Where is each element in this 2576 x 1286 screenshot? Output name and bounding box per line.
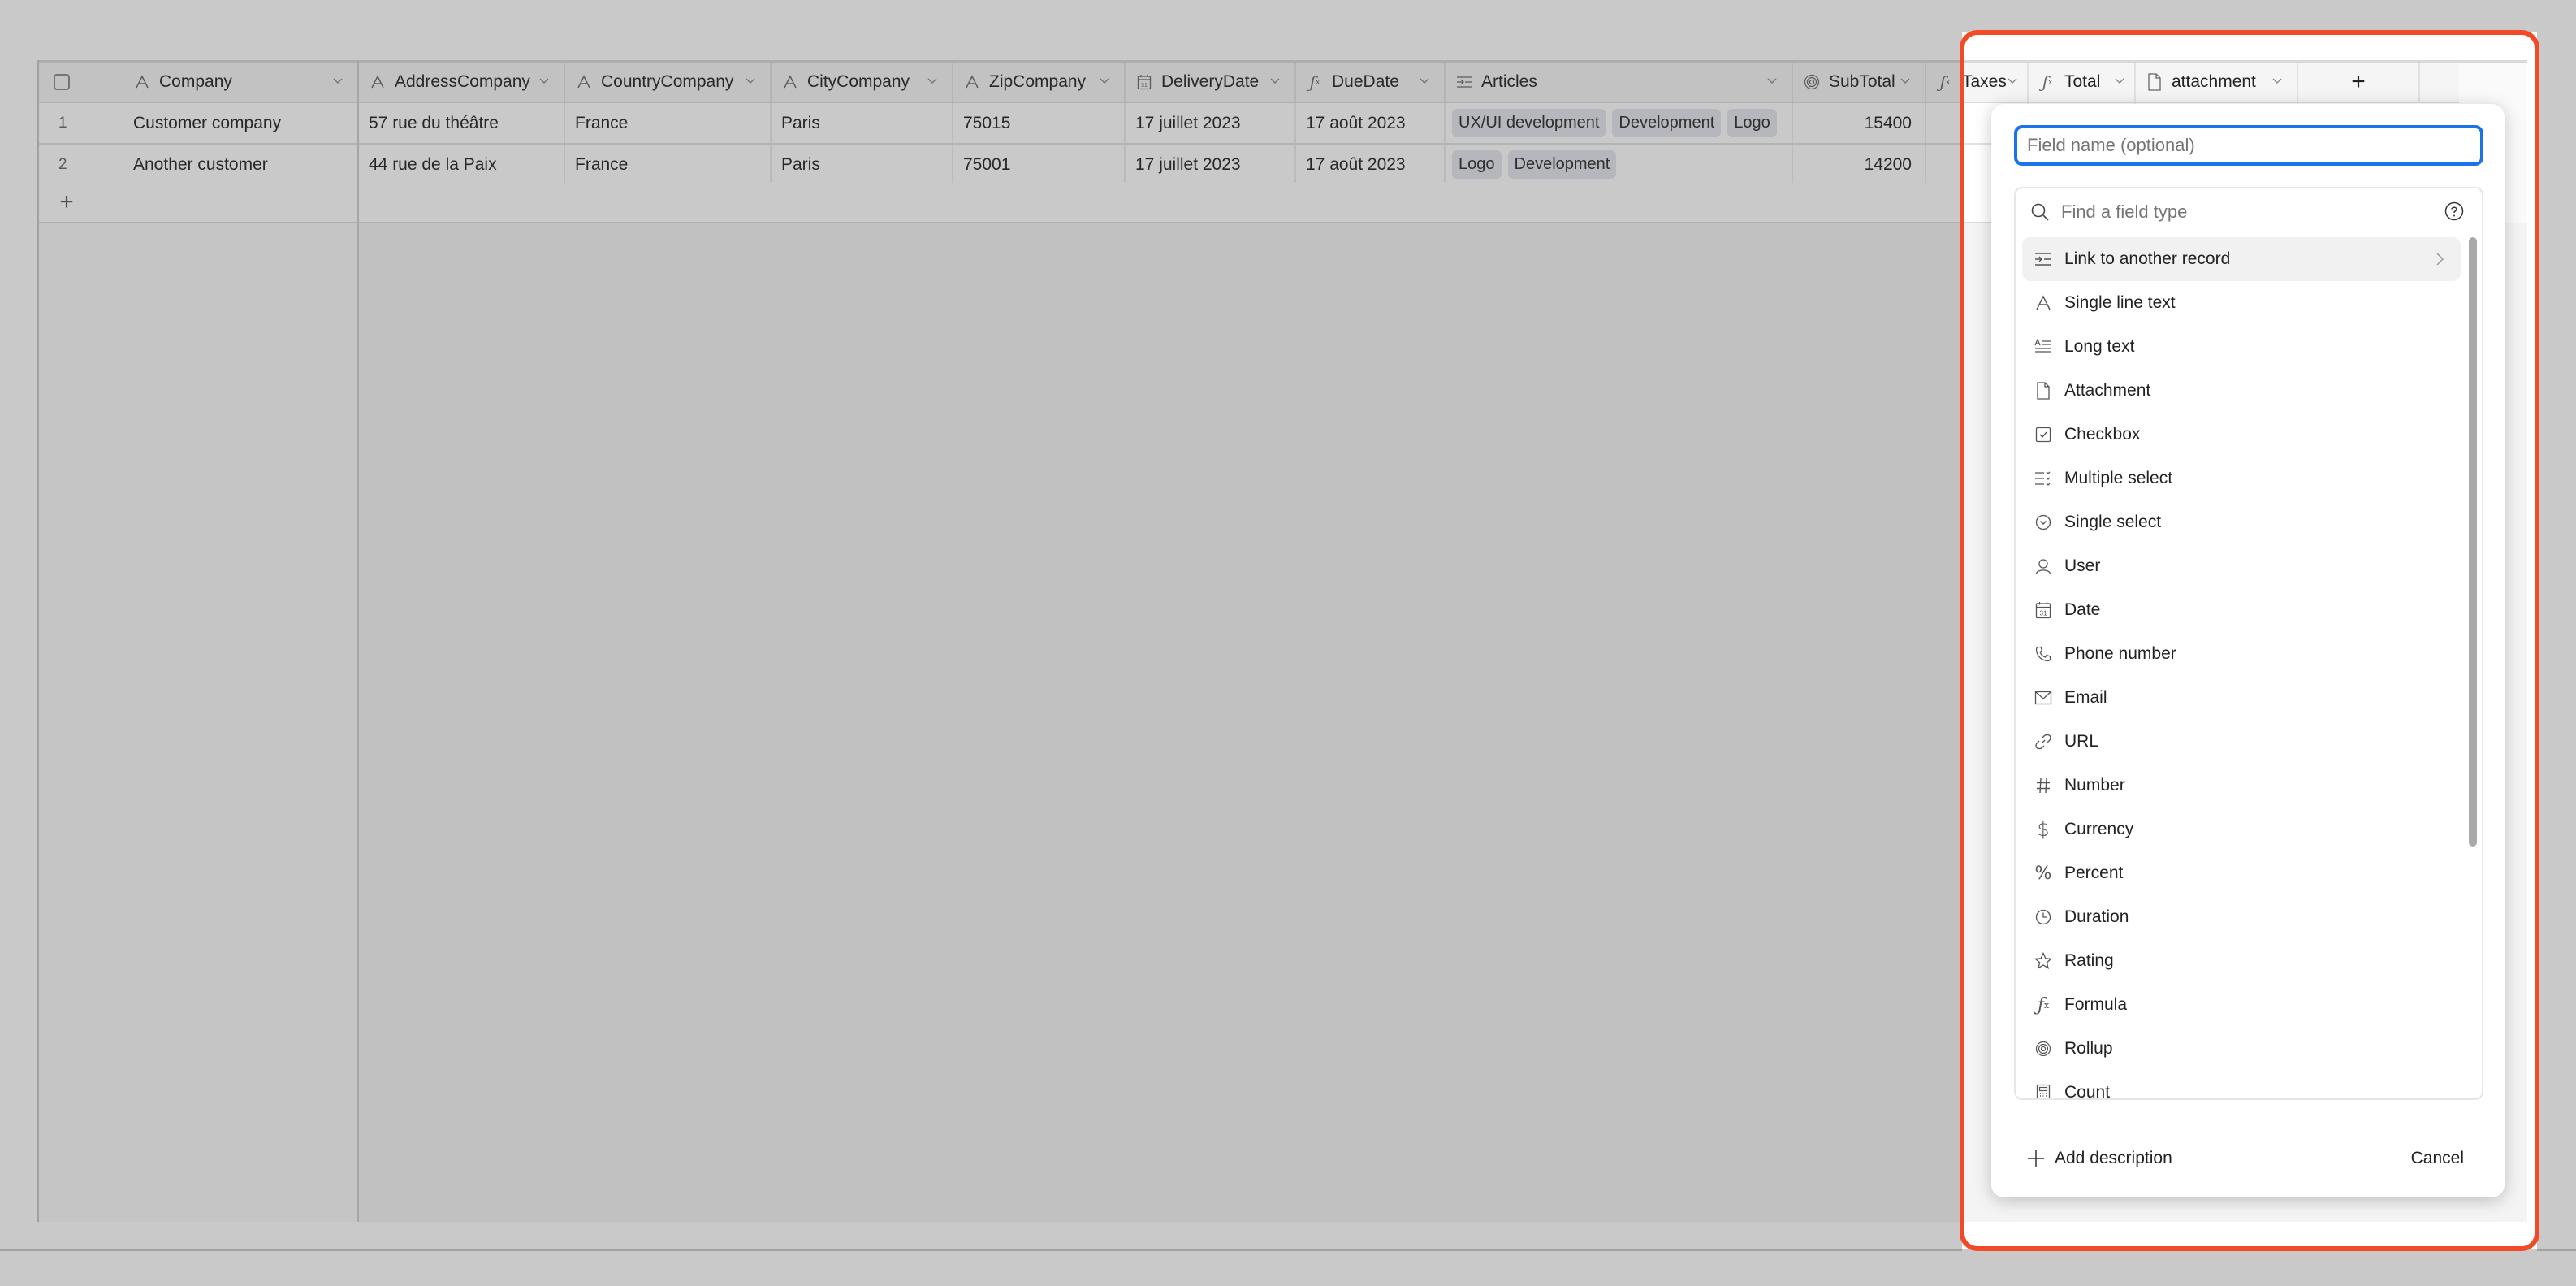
column-name: Taxes <box>1962 72 2007 91</box>
add-field-popover: Link to another record Single line text … <box>1991 104 2505 1197</box>
help-icon[interactable] <box>2444 201 2464 221</box>
field-type-label: Rollup <box>2064 1039 2113 1058</box>
field-type-label: Multiple select <box>2064 469 2173 487</box>
rollup-icon <box>2034 1039 2053 1059</box>
field-type-label: Rating <box>2064 951 2114 970</box>
multiple-select-icon <box>2034 469 2053 488</box>
field-type-link-to-another-record[interactable]: Link to another record <box>2022 237 2461 281</box>
dim-overlay <box>0 32 1962 1251</box>
text-icon <box>2034 293 2053 313</box>
field-type-label: Percent <box>2064 864 2124 882</box>
field-type-label: Attachment <box>2064 381 2151 400</box>
field-type-label: Single select <box>2064 513 2162 531</box>
field-type-label: Count <box>2064 1083 2111 1100</box>
search-icon <box>2030 202 2050 222</box>
cancel-button[interactable]: Cancel <box>2406 1142 2469 1175</box>
scrollbar-thumb[interactable] <box>2469 237 2477 847</box>
field-type-formula[interactable]: ƒx Formula <box>2022 983 2461 1027</box>
rating-icon <box>2034 951 2053 971</box>
field-type-attachment[interactable]: Attachment <box>2022 369 2461 413</box>
dim-overlay <box>2537 32 2576 1251</box>
field-type-label: Link to another record <box>2064 249 2231 268</box>
field-type-date[interactable]: 31 Date <box>2022 588 2461 632</box>
long-text-icon <box>2034 337 2053 357</box>
field-type-label: User <box>2064 556 2101 575</box>
field-type-label: Checkbox <box>2064 425 2141 444</box>
chevron-down-icon[interactable] <box>2004 72 2021 89</box>
field-type-label: Number <box>2064 776 2125 795</box>
field-type-single-select[interactable]: Single select <box>2022 500 2461 544</box>
dim-overlay <box>0 1249 2576 1286</box>
chevron-down-icon[interactable] <box>2111 72 2128 89</box>
field-type-label: Formula <box>2064 995 2128 1014</box>
field-name-input[interactable] <box>2014 125 2483 166</box>
field-type-number[interactable]: Number <box>2022 764 2461 808</box>
field-type-label: Date <box>2064 600 2101 619</box>
field-type-single-line-text[interactable]: Single line text <box>2022 281 2461 325</box>
field-type-label: Phone number <box>2064 644 2176 663</box>
formula-icon: ƒx <box>2042 72 2053 92</box>
field-type-label: Long text <box>2064 337 2135 356</box>
field-type-multiple-select[interactable]: Multiple select <box>2022 457 2461 500</box>
link-record-icon <box>2034 249 2053 269</box>
field-type-email[interactable]: Email <box>2022 676 2461 720</box>
single-select-icon <box>2034 513 2053 532</box>
checkbox-icon <box>2034 425 2053 444</box>
add-description-button[interactable]: Add description <box>2027 1142 2172 1175</box>
dim-overlay <box>0 0 2576 32</box>
add-column-button[interactable]: + <box>2298 63 2420 102</box>
field-type-picker: Link to another record Single line text … <box>2014 187 2483 1100</box>
field-type-count[interactable]: Count <box>2022 1071 2461 1100</box>
column-name: attachment <box>2172 72 2256 91</box>
field-type-label: Duration <box>2064 907 2129 926</box>
column-header-total[interactable]: ƒx Total <box>2029 63 2136 102</box>
url-icon <box>2034 732 2053 751</box>
plus-icon: + <box>2351 68 2366 95</box>
field-type-long-text[interactable]: Long text <box>2022 325 2461 369</box>
count-icon <box>2034 1083 2053 1098</box>
field-type-rollup[interactable]: Rollup <box>2022 1027 2461 1071</box>
field-type-scrollbar[interactable] <box>2469 237 2477 1090</box>
plus-icon <box>2027 1150 2045 1167</box>
field-type-checkbox[interactable]: Checkbox <box>2022 413 2461 457</box>
field-type-label: Email <box>2064 688 2107 707</box>
field-type-label: URL <box>2064 732 2099 751</box>
formula-icon: ƒx <box>2037 994 2050 1015</box>
column-header-attachment[interactable]: attachment <box>2136 63 2298 102</box>
field-type-phone-number[interactable]: Phone number <box>2022 632 2461 676</box>
chevron-down-icon[interactable] <box>2269 72 2285 89</box>
field-type-label: Currency <box>2064 820 2134 838</box>
add-description-label: Add description <box>2055 1149 2172 1167</box>
chevron-right-icon <box>2431 250 2448 268</box>
airtable-grid-page: Company AddressCompany CountryCompany Ci… <box>0 0 2576 1286</box>
attachment-icon <box>2146 73 2163 91</box>
field-type-label: Single line text <box>2064 293 2176 312</box>
phone-icon <box>2034 644 2053 664</box>
percent-icon: % <box>2034 863 2052 884</box>
field-type-currency[interactable]: $ Currency <box>2022 808 2461 851</box>
currency-icon: $ <box>2037 818 2050 841</box>
field-type-list: Link to another record Single line text … <box>2022 237 2461 1100</box>
attachment-icon <box>2034 381 2053 401</box>
field-type-search <box>2016 188 2482 234</box>
field-type-percent[interactable]: % Percent <box>2022 851 2461 895</box>
user-icon <box>2034 556 2053 576</box>
number-icon <box>2034 776 2053 795</box>
field-type-duration[interactable]: Duration <box>2022 895 2461 939</box>
duration-icon <box>2034 907 2053 927</box>
field-type-search-input[interactable] <box>2060 197 2404 227</box>
svg-text:31: 31 <box>2040 610 2047 617</box>
field-type-url[interactable]: URL <box>2022 720 2461 764</box>
field-type-rating[interactable]: Rating <box>2022 939 2461 983</box>
email-icon <box>2034 688 2053 708</box>
calendar-icon: 31 <box>2034 600 2053 620</box>
field-type-user[interactable]: User <box>2022 544 2461 588</box>
column-name: Total <box>2064 72 2101 91</box>
